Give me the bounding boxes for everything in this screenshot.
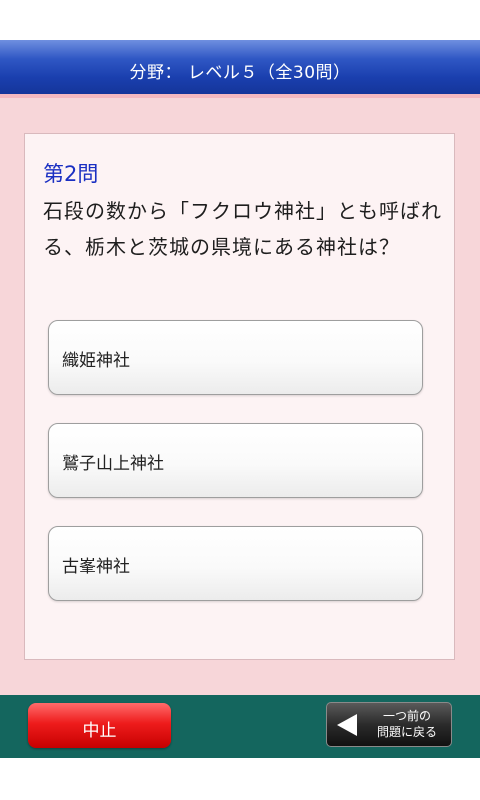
top-strip <box>0 0 480 40</box>
answer-button-1[interactable]: 織姫神社 <box>48 320 423 395</box>
answer-label-3: 古峯神社 <box>62 557 130 577</box>
bottom-strip <box>0 758 480 800</box>
answer-label-2: 鷲子山上神社 <box>62 454 164 474</box>
stop-button[interactable]: 中止 <box>28 703 171 748</box>
previous-question-label: 一つ前の 問題に戻る <box>367 708 447 740</box>
previous-question-button[interactable]: 一つ前の 問題に戻る <box>326 702 452 747</box>
answer-button-3[interactable]: 古峯神社 <box>48 526 423 601</box>
question-number: 第2問 <box>43 162 99 186</box>
stop-button-label: 中止 <box>82 721 117 741</box>
previous-question-label-line2: 問題に戻る <box>376 725 437 739</box>
question-text: 石段の数から「フクロウ神社」とも呼ばれる、栃木と茨城の県境にある神社は？ <box>43 199 442 259</box>
answer-button-2[interactable]: 鷲子山上神社 <box>48 423 423 498</box>
left-triangle-icon <box>337 714 357 736</box>
header-bar: 分野： レベル５（全30問） <box>0 40 480 98</box>
header-title: 分野： レベル５（全30問） <box>129 63 351 83</box>
previous-question-label-line1: 一つ前の <box>382 709 431 723</box>
answer-label-1: 織姫神社 <box>62 351 130 371</box>
